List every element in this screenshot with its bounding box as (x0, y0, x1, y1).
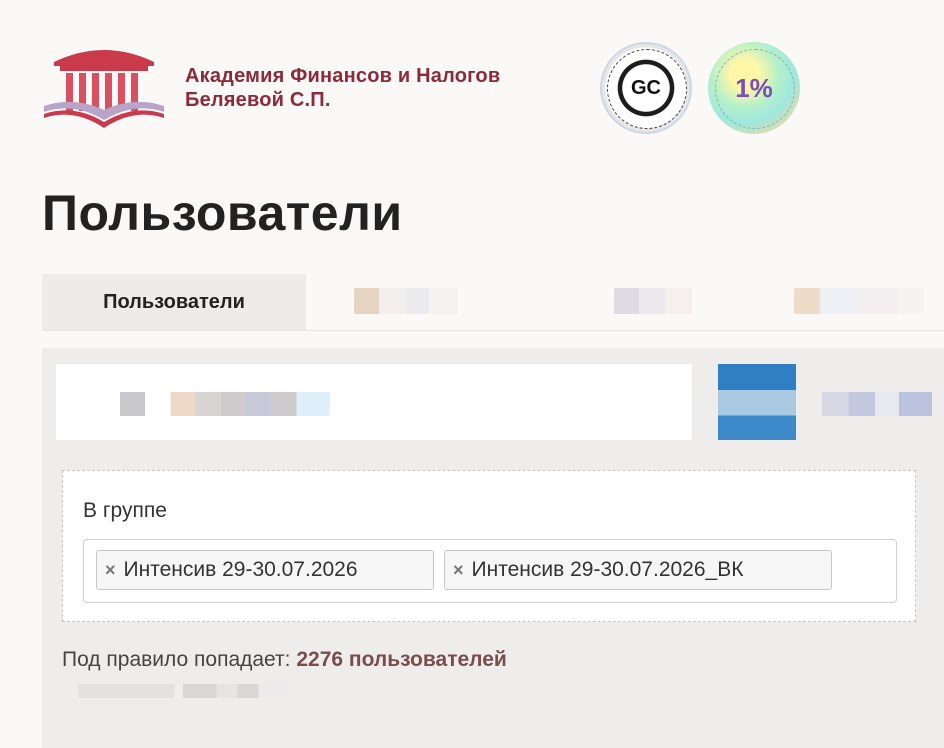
academy-logo-icon[interactable] (40, 40, 168, 136)
group-tag[interactable]: × Интенсив 29-30.07.2026_ВК (444, 550, 832, 590)
page-title: Пользователи (42, 185, 403, 241)
tab-blurred-1[interactable] (354, 288, 458, 314)
tabs-bar: Пользователи (42, 274, 944, 331)
tab-blurred-3[interactable] (794, 288, 924, 314)
blurred-action[interactable] (822, 392, 932, 416)
rule-match-value: 2276 пользователей (296, 648, 507, 671)
blurred-link[interactable] (78, 684, 288, 698)
page: Академия Финансов и Налогов Беляевой С.П… (0, 0, 944, 748)
academy-name: Академия Финансов и Налогов Беляевой С.П… (185, 64, 500, 112)
group-tags-field[interactable]: × Интенсив 29-30.07.2026 × Интенсив 29-3… (83, 539, 897, 603)
tab-blurred-2[interactable] (614, 288, 692, 314)
group-tag[interactable]: × Интенсив 29-30.07.2026 (96, 550, 434, 590)
group-filter: В группе × Интенсив 29-30.07.2026 × Инте… (62, 470, 916, 622)
remove-tag-icon[interactable]: × (105, 560, 116, 581)
search-button[interactable] (718, 364, 796, 440)
site-header: Академия Финансов и Налогов Беляевой С.П… (40, 38, 920, 138)
rule-match-count: Под правило попадает: 2276 пользователей (62, 648, 507, 672)
getcourse-badge-text: GC (631, 76, 661, 99)
filter-panel: В группе × Интенсив 29-30.07.2026 × Инте… (42, 348, 944, 748)
remove-tag-icon[interactable]: × (453, 560, 464, 581)
search-input[interactable] (56, 364, 692, 440)
academy-name-line2: Беляевой С.П. (185, 89, 331, 111)
tab-users[interactable]: Пользователи (42, 274, 306, 330)
group-filter-label: В группе (83, 499, 167, 522)
rule-match-prefix: Под правило попадает: (62, 648, 291, 671)
blurred-text (120, 392, 330, 416)
academy-name-line1: Академия Финансов и Налогов (185, 65, 501, 87)
top-percent-badge-text: 1% (735, 72, 773, 103)
group-tag-label: Интенсив 29-30.07.2026_ВК (471, 558, 744, 581)
group-tag-label: Интенсив 29-30.07.2026 (123, 558, 358, 581)
top-one-percent-badge: 1% (708, 42, 800, 134)
getcourse-verified-badge: GC (600, 42, 692, 134)
